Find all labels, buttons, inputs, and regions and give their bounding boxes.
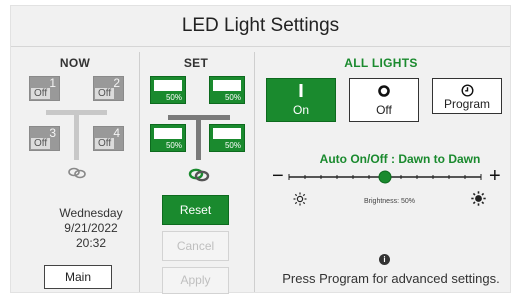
clock-icon bbox=[460, 84, 474, 97]
lamp-state: Off bbox=[95, 138, 115, 149]
header-divider bbox=[11, 46, 510, 47]
lamp-state: Off bbox=[95, 88, 115, 99]
current-datetime: Wednesday 9/21/2022 20:32 bbox=[51, 206, 131, 251]
off-button[interactable]: Off bbox=[349, 78, 419, 122]
lamp-percent: 50% bbox=[224, 93, 241, 102]
lamp-percent: 50% bbox=[165, 141, 182, 150]
power-ring-icon bbox=[378, 85, 390, 97]
program-label: Program bbox=[443, 97, 490, 111]
lamp-percent: 50% bbox=[165, 93, 182, 102]
set-tbar-stem bbox=[196, 115, 201, 160]
now-tbar-stem bbox=[74, 110, 79, 160]
decrease-button[interactable]: − bbox=[272, 166, 284, 186]
set-lamp-4[interactable]: 50% bbox=[209, 124, 245, 152]
apply-button[interactable]: Apply bbox=[162, 267, 229, 294]
set-lamp-2[interactable]: 50% bbox=[209, 76, 245, 104]
chain-link-icon bbox=[68, 167, 86, 179]
now-lamp-2: 2 Off bbox=[93, 76, 124, 101]
lamp-percent: 50% bbox=[224, 141, 241, 150]
slider-thumb[interactable] bbox=[378, 170, 392, 184]
lamp-number: 1 bbox=[49, 76, 56, 90]
brightness-slider[interactable] bbox=[285, 164, 485, 188]
dim-sun-icon bbox=[293, 192, 307, 206]
now-heading: NOW bbox=[59, 56, 91, 70]
chain-link-icon[interactable] bbox=[188, 167, 210, 183]
lamp-window bbox=[213, 128, 241, 139]
program-button[interactable]: Program bbox=[432, 78, 502, 114]
now-lamp-4: 4 Off bbox=[93, 126, 124, 151]
on-button[interactable]: On bbox=[266, 78, 336, 122]
cancel-button[interactable]: Cancel bbox=[162, 231, 229, 261]
bright-sun-icon bbox=[471, 191, 486, 206]
increase-button[interactable]: + bbox=[489, 166, 501, 186]
column-divider-left bbox=[139, 52, 140, 292]
lamp-number: 2 bbox=[113, 76, 120, 90]
info-icon: i bbox=[379, 254, 390, 265]
set-lamp-1[interactable]: 50% bbox=[150, 76, 186, 104]
lamp-number: 3 bbox=[49, 126, 56, 140]
advanced-settings-note: Press Program for advanced settings. bbox=[282, 271, 500, 286]
column-divider-right bbox=[254, 52, 255, 292]
time-text: 20:32 bbox=[75, 236, 107, 250]
page-title: LED Light Settings bbox=[181, 15, 340, 36]
now-lamp-3: 3 Off bbox=[29, 126, 60, 151]
now-lamp-1: 1 Off bbox=[29, 76, 60, 101]
lamp-window bbox=[154, 80, 182, 91]
lamp-number: 4 bbox=[113, 126, 120, 140]
on-label: On bbox=[292, 103, 309, 117]
lamp-window bbox=[154, 128, 182, 139]
main-button[interactable]: Main bbox=[44, 265, 112, 289]
set-lamp-3[interactable]: 50% bbox=[150, 124, 186, 152]
set-heading: SET bbox=[183, 56, 209, 70]
off-label: Off bbox=[376, 103, 392, 117]
weekday-text: Wednesday bbox=[59, 206, 123, 220]
all-lights-heading: ALL LIGHTS bbox=[344, 56, 418, 70]
reset-button[interactable]: Reset bbox=[162, 195, 229, 225]
date-text: 9/21/2022 bbox=[64, 221, 118, 235]
power-bar-icon bbox=[299, 84, 303, 97]
brightness-label: Brightness: 50% bbox=[364, 198, 415, 205]
lamp-state: Off bbox=[31, 88, 51, 99]
lamp-window bbox=[213, 80, 241, 91]
settings-panel: LED Light Settings NOW 1 Off 2 Off 3 Off… bbox=[10, 5, 511, 294]
lamp-state: Off bbox=[31, 138, 51, 149]
